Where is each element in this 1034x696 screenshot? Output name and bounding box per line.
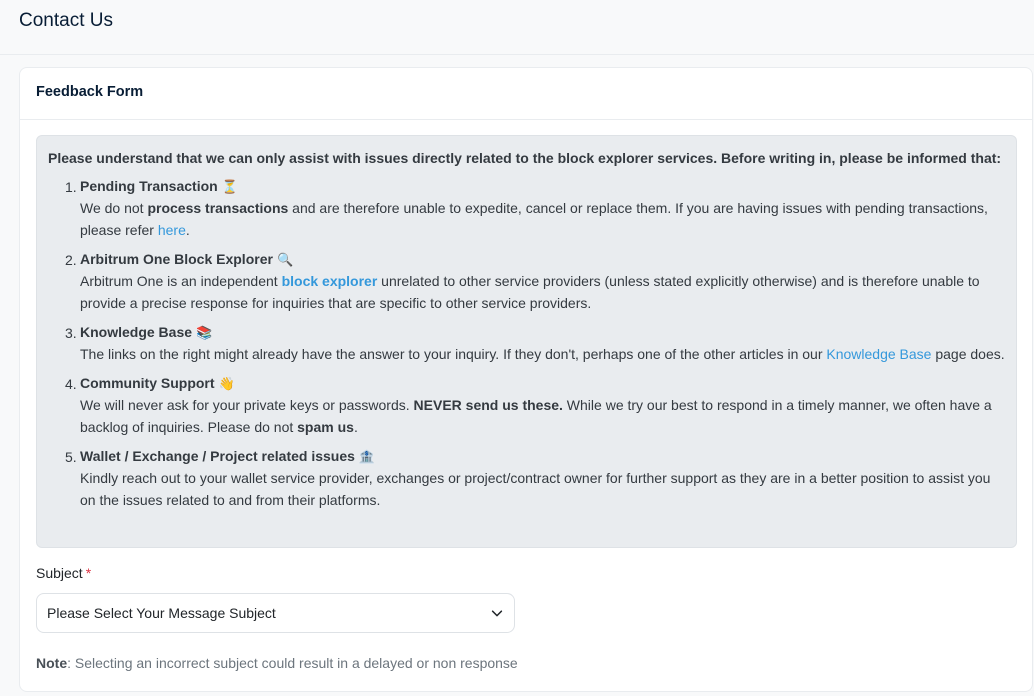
note-text: : Selecting an incorrect subject could r…: [67, 655, 518, 671]
subject-note: Note: Selecting an incorrect subject cou…: [36, 655, 518, 671]
item-number: 5.: [65, 449, 77, 465]
subject-label: Subject *: [36, 565, 91, 581]
item-number: 4.: [65, 376, 77, 392]
waving-hand-icon: 👋: [218, 376, 235, 391]
item-title-text: Knowledge Base: [80, 324, 193, 340]
item-text: Kindly reach out to your wallet service …: [80, 470, 991, 508]
item-title: Arbitrum One Block Explorer 🔍: [80, 249, 1005, 270]
item-text-bold: process transactions: [147, 200, 289, 216]
card-header: Feedback Form: [20, 68, 1032, 120]
page-header: Contact Us: [0, 0, 1034, 55]
item-title: Knowledge Base 📚: [80, 322, 1005, 343]
item-title-text: Pending Transaction: [80, 178, 218, 194]
knowledge-base-link[interactable]: Knowledge Base: [826, 346, 931, 362]
magnifier-icon: 🔍: [276, 252, 294, 267]
notice-intro: Please understand that we can only assis…: [48, 150, 1002, 166]
feedback-form-card: Feedback Form Please understand that we …: [19, 67, 1033, 692]
block-explorer-link[interactable]: block explorer: [282, 273, 378, 289]
bank-icon: 🏦: [358, 449, 376, 464]
subject-label-text: Subject: [36, 565, 83, 581]
item-title: Pending Transaction ⏳: [80, 176, 1005, 197]
chevron-down-icon: [491, 610, 503, 617]
item-title-text: Community Support: [80, 375, 215, 391]
subject-select[interactable]: Please Select Your Message Subject: [36, 593, 515, 633]
item-text: .: [185, 222, 190, 238]
item-title: Wallet / Exchange / Project related issu…: [80, 446, 1005, 467]
item-text-bold: NEVER send us these.: [413, 397, 563, 413]
item-text-bold: spam us: [297, 419, 354, 435]
hourglass-icon: ⏳: [221, 179, 238, 194]
pending-tx-help-link[interactable]: here: [158, 222, 186, 238]
item-number: 3.: [65, 325, 77, 341]
item-text: page does.: [931, 346, 1005, 362]
item-text: We will never ask for your private keys …: [80, 397, 414, 413]
subject-select-value: Please Select Your Message Subject: [47, 605, 276, 621]
item-text: .: [353, 419, 358, 435]
item-title-text: Arbitrum One Block Explorer: [80, 251, 273, 267]
item-number: 2.: [65, 252, 77, 268]
notice-item-wallet-exchange: 5. Wallet / Exchange / Project related i…: [48, 446, 1005, 511]
notice-item-knowledge-base: 3. Knowledge Base 📚 The links on the righ…: [48, 322, 1005, 365]
item-title-text: Wallet / Exchange / Project related issu…: [80, 448, 355, 464]
note-label: Note: [36, 655, 68, 671]
item-title: Community Support 👋: [80, 373, 1005, 394]
notice-item-block-explorer: 2. Arbitrum One Block Explorer 🔍 Arbitrum…: [48, 249, 1005, 314]
item-text: We do not: [80, 200, 148, 216]
item-text: Arbitrum One is an independent: [80, 273, 282, 289]
item-text: The links on the right might already hav…: [80, 346, 827, 362]
books-icon: 📚: [196, 325, 213, 340]
item-number: 1.: [65, 179, 77, 195]
notice-item-pending-transaction: 1. Pending Transaction ⏳ We do not proces…: [48, 176, 1005, 241]
notice-item-community-support: 4. Community Support 👋 We will never ask …: [48, 373, 1005, 438]
required-mark: *: [85, 565, 92, 581]
card-title: Feedback Form: [36, 84, 144, 100]
page-title: Contact Us: [19, 10, 113, 31]
notice-box: Please understand that we can only assis…: [36, 135, 1017, 548]
notice-list: 1. Pending Transaction ⏳ We do not proces…: [48, 176, 1005, 511]
